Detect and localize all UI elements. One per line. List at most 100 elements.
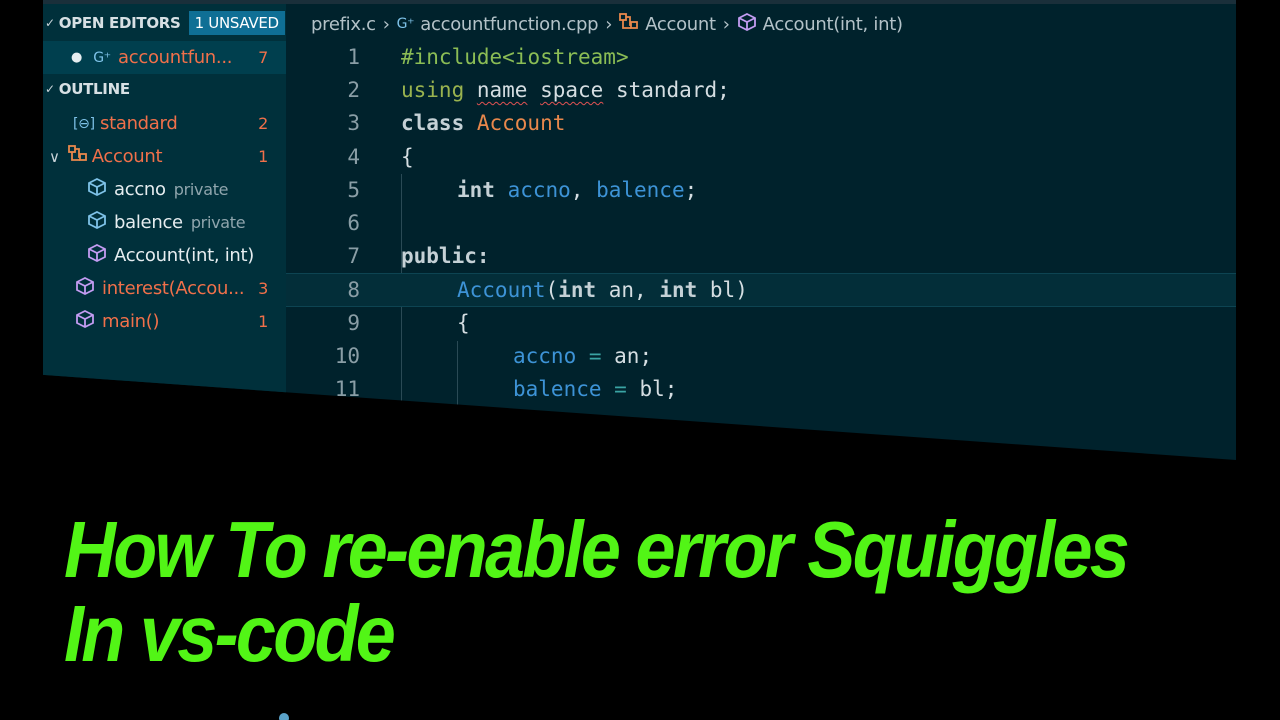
breadcrumb-item[interactable]: Account(int, int) — [763, 14, 903, 35]
chevron-right-icon: › — [605, 13, 613, 35]
current-code-line: 8 Account(int an, int bl) — [286, 273, 1236, 307]
line-number: 9 — [347, 310, 360, 335]
open-editors-header[interactable]: ✓ OPEN EDITORS 1 UNSAVED — [43, 8, 285, 38]
code-line: 9{ — [286, 307, 1236, 340]
preprocessor-token: #include — [401, 45, 503, 69]
code-line: 11 balence = bl; — [286, 373, 1236, 406]
cpp-file-icon: G⁺ — [93, 49, 111, 66]
cpp-file-icon: G⁺ — [396, 16, 415, 32]
problem-count: 3 — [258, 279, 268, 298]
vscode-window: ✓ OPEN EDITORS 1 UNSAVED ● G⁺ accountfun… — [43, 0, 1236, 460]
thumbnail: ✓ OPEN EDITORS 1 UNSAVED ● G⁺ accountfun… — [0, 0, 1280, 720]
outline-header[interactable]: ✓ OUTLINE — [43, 74, 130, 104]
unsaved-dot-icon: ● — [71, 50, 83, 65]
outline-item-account-constructor[interactable]: Account(int, int) — [43, 239, 286, 272]
include-target: <iostream> — [502, 45, 629, 69]
line-number: 5 — [347, 177, 360, 202]
operator-token: = — [601, 376, 640, 401]
line-number: 11 — [334, 376, 360, 401]
visibility-label: private — [190, 213, 246, 232]
open-editors-label: OPEN EDITORS — [58, 14, 181, 32]
keyword-token: class — [401, 111, 477, 136]
chevron-down-icon: ∨ — [49, 147, 60, 166]
title-line-1: How To re-enable error Squiggles — [64, 505, 1130, 594]
plain-token: an, — [596, 278, 660, 303]
chevron-right-icon: › — [382, 13, 390, 35]
outline-item-interest[interactable]: interest(Accou... 3 — [43, 272, 286, 305]
code-area[interactable]: 1 #include<iostream> 2 using name space st… — [286, 41, 1236, 414]
plain-token: bl) — [697, 278, 748, 303]
code-line: 10 accno = an; — [286, 340, 1236, 373]
brace-token: { — [401, 144, 414, 169]
field-icon — [87, 177, 107, 202]
breadcrumb-item[interactable]: Account — [645, 14, 716, 35]
field-token: accno — [513, 343, 577, 368]
open-editor-item[interactable]: ● G⁺ accountfun... 7 — [43, 41, 286, 74]
plain-token: bl; — [639, 376, 678, 401]
line-number: 6 — [347, 210, 360, 235]
class-icon — [619, 12, 639, 36]
plain-token: ( — [545, 278, 559, 303]
code-line: 4{ — [286, 141, 1236, 174]
chevron-right-icon: › — [722, 13, 730, 35]
line-number: 2 — [347, 78, 360, 103]
code-line: 3 class Account — [286, 107, 1236, 140]
type-token: int — [457, 177, 508, 202]
outline-item-standard[interactable]: [⊖] standard 2 — [43, 107, 286, 140]
code-line: 6 — [286, 207, 1236, 240]
code-line: 2 using name space standard; — [286, 74, 1236, 107]
keyword-token: using — [401, 78, 465, 103]
outline-item-label: Account(int, int) — [114, 245, 254, 266]
line-number: 1 — [347, 45, 360, 69]
code-editor[interactable]: prefix.c › G⁺ accountfunction.cpp › Acco… — [286, 4, 1236, 460]
field-token: balence — [513, 376, 602, 401]
problem-count: 7 — [258, 48, 268, 67]
brace-token: { — [457, 310, 470, 335]
method-icon — [75, 276, 95, 301]
plain-token: standard; — [603, 78, 730, 103]
chevron-down-icon: ✓ — [45, 82, 55, 96]
outline-item-main[interactable]: main() 1 — [43, 305, 286, 338]
namespace-icon: [⊖] — [73, 115, 95, 132]
mouse-cursor-icon — [279, 713, 289, 720]
outline-item-label: Account — [91, 146, 163, 167]
plain-token: an; — [614, 343, 653, 368]
line-number: 4 — [347, 144, 360, 169]
chevron-down-icon: ✓ — [45, 16, 55, 30]
error-squiggle-token: space — [540, 78, 604, 103]
breadcrumb: prefix.c › G⁺ accountfunction.cpp › Acco… — [311, 4, 903, 44]
field-token: balence — [596, 177, 685, 202]
explorer-sidebar: ✓ OPEN EDITORS 1 UNSAVED ● G⁺ accountfun… — [43, 4, 286, 460]
line-number: 10 — [334, 343, 360, 368]
breadcrumb-item[interactable]: accountfunction.cpp — [420, 14, 598, 35]
outline-label: OUTLINE — [58, 80, 130, 98]
outline-item-accno[interactable]: accno private — [43, 173, 286, 206]
method-icon — [75, 309, 95, 334]
type-token: int — [558, 278, 597, 303]
code-line: 7 public: — [286, 240, 1236, 273]
operator-token: = — [576, 343, 615, 368]
function-name-token: Account — [457, 278, 546, 303]
line-number: 3 — [347, 111, 360, 136]
line-number: 7 — [347, 244, 360, 269]
line-number: 8 — [347, 278, 360, 303]
method-icon — [87, 243, 107, 268]
code-line: 1 #include<iostream> — [286, 41, 1236, 74]
unsaved-badge: 1 UNSAVED — [188, 11, 285, 35]
outline-item-account-class[interactable]: ∨ Account 1 — [43, 140, 286, 173]
outline-item-label: standard — [100, 113, 178, 134]
field-token: accno — [507, 177, 571, 202]
outline-item-balence[interactable]: balence private — [43, 206, 286, 239]
outline-item-label: main() — [102, 311, 160, 332]
method-icon — [737, 12, 757, 37]
access-specifier-token: public: — [401, 244, 490, 269]
class-name-token: Account — [476, 111, 566, 136]
field-icon — [87, 210, 107, 235]
title-line-2: In vs-code — [64, 589, 396, 678]
plain-token: ; — [684, 177, 698, 202]
problem-count: 2 — [258, 114, 268, 133]
breadcrumb-item[interactable]: prefix.c — [311, 14, 376, 35]
problem-count: 1 — [258, 312, 268, 331]
error-squiggle-token: name — [476, 78, 528, 103]
open-editor-filename: accountfun... — [118, 47, 233, 68]
